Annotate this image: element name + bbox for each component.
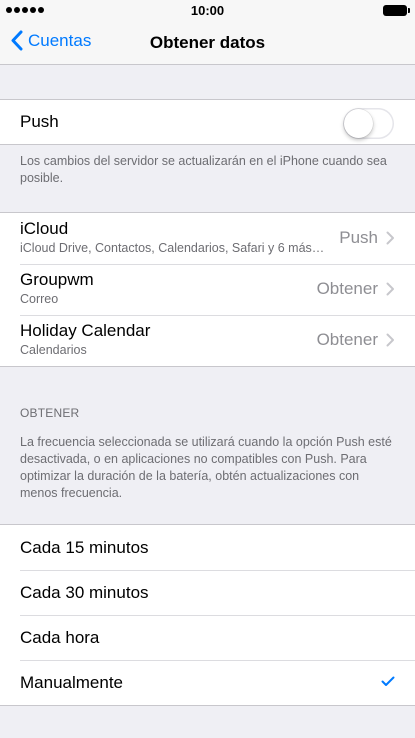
account-row[interactable]: Holiday Calendar Calendarios Obtener (0, 315, 415, 366)
checkmark-icon (381, 676, 395, 686)
push-section: Push (0, 99, 415, 145)
row-separator (20, 615, 415, 616)
account-row[interactable]: Groupwm Correo Obtener (0, 264, 415, 315)
account-detail: iCloud Drive, Contactos, Calendarios, Sa… (20, 241, 325, 255)
status-time: 10:00 (190, 3, 225, 18)
navigation-bar: Cuentas Obtener datos (0, 22, 415, 65)
row-separator (20, 315, 415, 316)
frequency-option-label: Cada 30 minutos (20, 582, 149, 602)
battery-icon (383, 5, 410, 16)
frequency-option-label: Manualmente (20, 672, 124, 692)
account-name: iCloud (20, 219, 69, 238)
account-detail: Calendarios (20, 343, 87, 357)
push-row: Push (0, 100, 415, 144)
account-fetch-mode: Push (339, 228, 378, 247)
account-fetch-mode: Obtener (316, 279, 378, 298)
account-name: Groupwm (20, 270, 94, 289)
status-bar: 10:00 (0, 0, 415, 22)
account-row[interactable]: iCloud iCloud Drive, Contactos, Calendari… (0, 213, 415, 264)
fetch-section-header: OBTENER (20, 406, 80, 420)
row-separator (20, 264, 415, 265)
fetch-description: La frecuencia seleccionada se utilizará … (20, 435, 392, 500)
frequency-option[interactable]: Cada 15 minutos (0, 525, 415, 570)
account-fetch-mode: Obtener (316, 330, 378, 349)
frequency-option[interactable]: Cada 30 minutos (0, 570, 415, 615)
frequency-option[interactable]: Manualmente (0, 660, 415, 705)
frequency-option-label: Cada 15 minutos (20, 537, 149, 557)
row-separator (20, 570, 415, 571)
chevron-right-icon (386, 231, 394, 245)
push-label: Push (20, 112, 59, 131)
push-footer-note: Los cambios del servidor se actualizarán… (20, 154, 387, 185)
account-detail: Correo (20, 292, 59, 306)
push-toggle[interactable] (343, 108, 394, 139)
frequency-option[interactable]: Cada hora (0, 615, 415, 660)
toggle-knob (344, 109, 373, 138)
fetch-frequency-section: Cada 15 minutos Cada 30 minutos Cada hora M… (0, 524, 415, 706)
chevron-right-icon (386, 282, 394, 296)
accounts-section: iCloud iCloud Drive, Contactos, Calendari… (0, 212, 415, 367)
frequency-option-label: Cada hora (20, 627, 100, 647)
account-name: Holiday Calendar (20, 321, 151, 340)
chevron-right-icon (386, 333, 394, 347)
page-title: Obtener datos (149, 33, 266, 52)
row-separator (20, 660, 415, 661)
